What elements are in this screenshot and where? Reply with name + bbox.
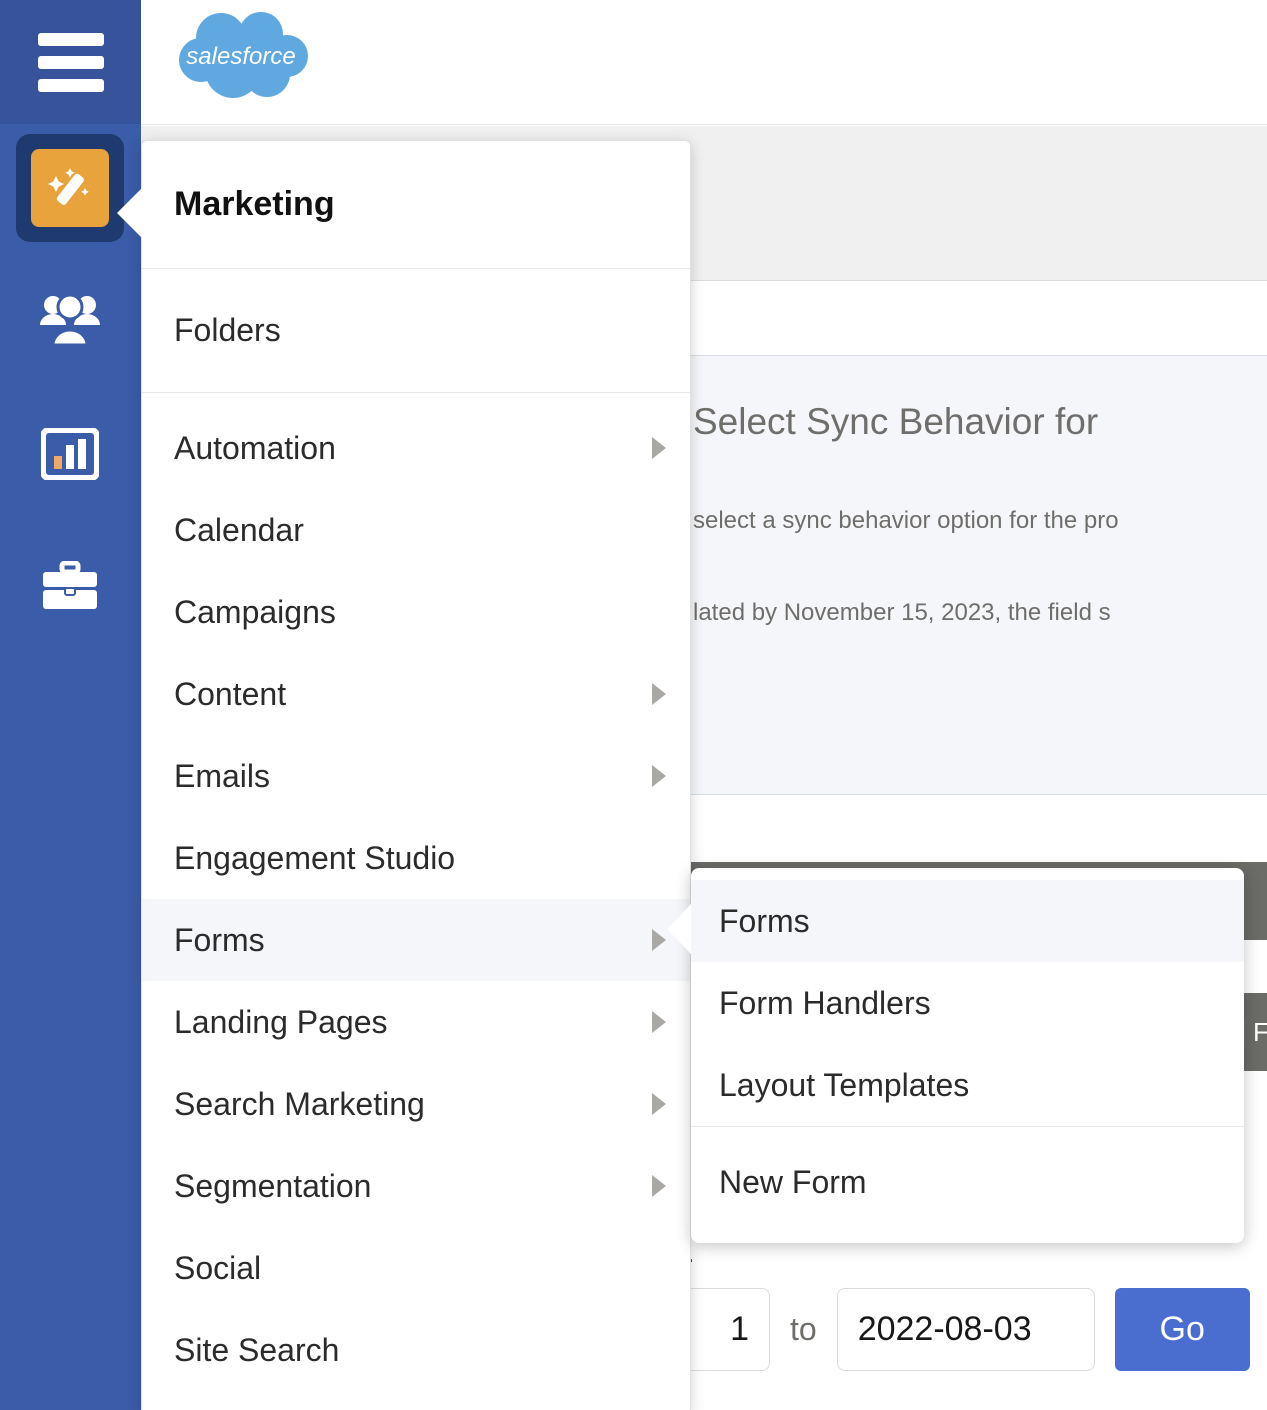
menu-item-label: Content xyxy=(174,676,286,713)
menu-item-segmentation[interactable]: Segmentation xyxy=(142,1145,690,1227)
submenu-item-label: New Form xyxy=(719,1164,867,1201)
notification-body-line-2: lated by November 15, 2023, the field s xyxy=(693,596,1267,630)
marketing-menu-section-main: Automation Calendar Campaigns Content Em… xyxy=(142,393,690,1410)
submenu-item-form-handlers[interactable]: Form Handlers xyxy=(691,962,1244,1044)
go-button[interactable]: Go xyxy=(1115,1288,1250,1371)
chevron-right-icon xyxy=(652,683,666,705)
menu-item-content[interactable]: Content xyxy=(142,653,690,735)
chevron-right-icon xyxy=(652,437,666,459)
menu-item-campaigns[interactable]: Campaigns xyxy=(142,571,690,653)
notification-body-line-1: select a sync behavior option for the pr… xyxy=(693,504,1267,538)
marketing-menu-panel: Marketing Folders Automation Calendar Ca… xyxy=(141,140,691,1410)
menu-item-landing-pages[interactable]: Landing Pages xyxy=(142,981,690,1063)
menu-item-folders[interactable]: Folders xyxy=(142,269,690,392)
menu-item-automation[interactable]: Automation xyxy=(142,407,690,489)
app-top-bar xyxy=(141,0,1267,125)
menu-item-engagement-studio[interactable]: Engagement Studio xyxy=(142,817,690,899)
sidebar-item-admin[interactable] xyxy=(16,532,124,640)
notification-title: Select Sync Behavior for xyxy=(693,400,1267,444)
menu-item-label: Calendar xyxy=(174,512,304,549)
sidebar-item-prospects[interactable] xyxy=(16,266,124,374)
forms-submenu-group-primary: Forms Form Handlers Layout Templates xyxy=(691,868,1244,1127)
menu-item-label: Engagement Studio xyxy=(174,840,455,877)
menu-item-forms[interactable]: Forms xyxy=(142,899,690,981)
menu-item-emails[interactable]: Emails xyxy=(142,735,690,817)
menu-item-label: Folders xyxy=(174,312,281,349)
salesforce-logo[interactable]: salesforce xyxy=(175,12,308,108)
submenu-pointer-arrow xyxy=(667,904,691,954)
marketing-menu-title: Marketing xyxy=(142,141,690,269)
forms-submenu-group-actions: New Form xyxy=(691,1127,1244,1243)
chevron-right-icon xyxy=(652,765,666,787)
people-group-icon xyxy=(38,291,102,349)
submenu-item-label: Forms xyxy=(719,903,810,940)
submenu-item-label: Layout Templates xyxy=(719,1067,969,1104)
menu-item-label: Forms xyxy=(174,922,265,959)
chevron-right-icon xyxy=(652,1093,666,1115)
app-root: Select Sync Behavior for select a sync b… xyxy=(0,0,1267,1410)
date-range-separator-label: to xyxy=(790,1311,817,1348)
menu-item-search-marketing[interactable]: Search Marketing xyxy=(142,1063,690,1145)
menu-item-label: Search Marketing xyxy=(174,1086,425,1123)
submenu-item-forms[interactable]: Forms xyxy=(691,880,1244,962)
salesforce-wordmark: salesforce xyxy=(186,43,295,70)
menu-item-label: Site Search xyxy=(174,1332,339,1369)
menu-item-label: Social xyxy=(174,1250,261,1287)
marketing-menu-section-folders: Folders xyxy=(142,269,690,393)
chevron-right-icon xyxy=(652,929,666,951)
forms-submenu-panel: Forms Form Handlers Layout Templates New… xyxy=(691,868,1244,1243)
submenu-item-new-form[interactable]: New Form xyxy=(691,1141,1244,1223)
submenu-item-label: Form Handlers xyxy=(719,985,931,1022)
submenu-item-layout-templates[interactable]: Layout Templates xyxy=(691,1044,1244,1126)
menu-item-label: Automation xyxy=(174,430,336,467)
menu-item-calendar[interactable]: Calendar xyxy=(142,489,690,571)
menu-item-label: Campaigns xyxy=(174,594,336,631)
menu-item-label: Segmentation xyxy=(174,1168,371,1205)
menu-item-label: Landing Pages xyxy=(174,1004,388,1041)
menu-item-social[interactable]: Social xyxy=(142,1227,690,1309)
date-range-filter: 1 to 2022-08-03 Go xyxy=(600,1288,1250,1371)
chevron-right-icon xyxy=(652,1011,666,1033)
date-to-input[interactable]: 2022-08-03 xyxy=(837,1288,1095,1371)
menu-item-site-search[interactable]: Site Search xyxy=(142,1309,690,1391)
hamburger-menu-button[interactable] xyxy=(0,0,141,124)
sidebar-item-reports[interactable] xyxy=(16,400,124,508)
sidebar-item-marketing[interactable] xyxy=(16,134,124,242)
menu-pointer-arrow xyxy=(117,187,143,239)
chevron-right-icon xyxy=(652,1175,666,1197)
bar-chart-icon xyxy=(41,428,99,480)
magic-wand-icon xyxy=(31,149,109,227)
briefcase-icon xyxy=(40,561,100,611)
menu-item-label: Emails xyxy=(174,758,270,795)
hamburger-menu-icon xyxy=(38,33,104,92)
